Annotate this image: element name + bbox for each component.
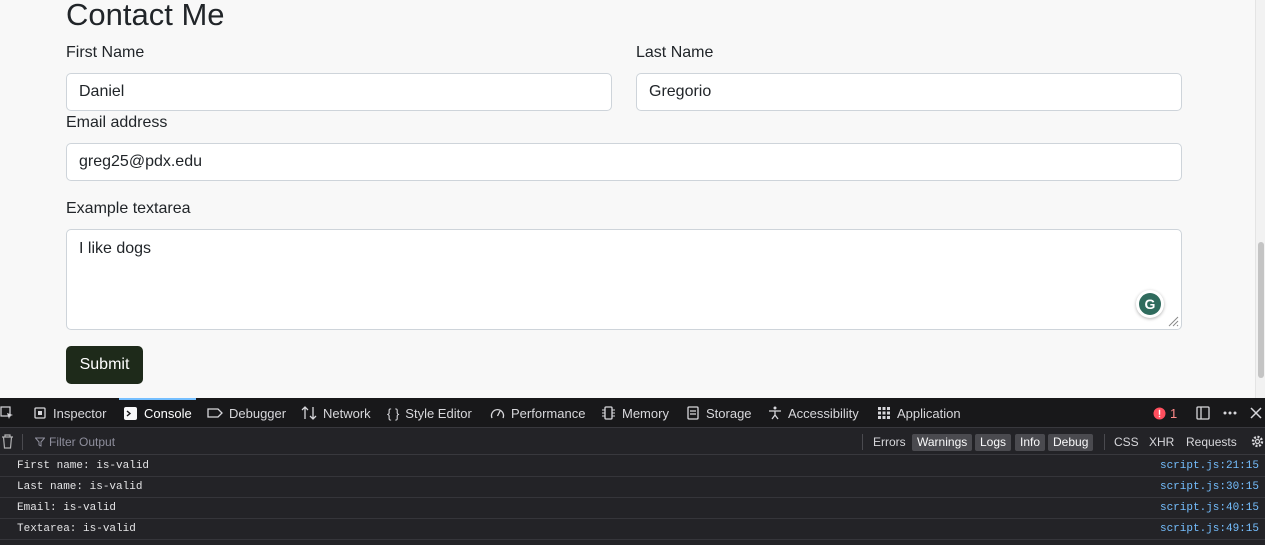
- tab-style-editor[interactable]: { } Style Editor: [387, 398, 472, 428]
- console-message: Textarea: is-valid script.js:49:15: [0, 519, 1265, 540]
- tab-network[interactable]: Network: [301, 398, 371, 428]
- filter-debug[interactable]: Debug: [1048, 434, 1094, 451]
- performance-icon: [490, 408, 505, 419]
- console-message-text: Email: is-valid: [17, 502, 117, 514]
- console-message-text: Last name: is-valid: [17, 481, 143, 493]
- tab-memory[interactable]: Memory: [601, 398, 669, 428]
- console-message-source-link[interactable]: script.js:21:15: [1160, 456, 1259, 476]
- memory-icon: [602, 406, 615, 420]
- tab-label: Network: [323, 405, 371, 421]
- tab-label: Performance: [511, 405, 586, 421]
- tab-label: Accessibility: [788, 405, 859, 421]
- last-name-field[interactable]: Gregorio: [636, 73, 1182, 111]
- error-counter[interactable]: 1: [1153, 398, 1177, 428]
- example-textarea[interactable]: I like dogs: [66, 229, 1182, 330]
- storage-icon: [687, 406, 699, 420]
- page-title: Contact Me: [66, 0, 225, 32]
- console-message-source-link[interactable]: script.js:49:15: [1160, 519, 1259, 539]
- console-message: Email: is-valid script.js:40:15: [0, 498, 1265, 519]
- filter-warnings[interactable]: Warnings: [912, 434, 973, 451]
- page-content: Contact Me First Name Daniel Last Name G…: [0, 0, 1265, 398]
- dock-side-icon[interactable]: [1195, 405, 1211, 421]
- filter-css[interactable]: CSS: [1109, 434, 1144, 451]
- console-message-source-link[interactable]: script.js:30:15: [1160, 477, 1259, 497]
- grammarly-letter: G: [1139, 293, 1161, 315]
- page-scrollbar[interactable]: [1255, 0, 1265, 398]
- more-options-icon[interactable]: [1222, 405, 1238, 421]
- resize-handle-icon[interactable]: [1167, 315, 1179, 327]
- filter-info[interactable]: Info: [1015, 434, 1046, 451]
- element-picker-icon[interactable]: [0, 406, 14, 420]
- first-name-label: First Name: [66, 44, 145, 61]
- console-icon: [124, 406, 137, 420]
- last-name-label: Last Name: [636, 44, 714, 61]
- devtools-toolbar: Inspector Console Debugger Network { } S…: [0, 398, 1265, 428]
- console-message: First name: is-valid script.js:21:15: [0, 456, 1265, 477]
- filter-errors[interactable]: Errors: [868, 434, 911, 451]
- trash-icon[interactable]: [1, 434, 14, 449]
- tab-label: Console: [144, 405, 192, 421]
- tab-application[interactable]: Application: [877, 398, 961, 428]
- textarea-label: Example textarea: [66, 200, 191, 217]
- filter-xhr[interactable]: XHR: [1144, 434, 1179, 451]
- application-icon: [878, 407, 890, 419]
- separator: [22, 434, 23, 450]
- tab-inspector[interactable]: Inspector: [33, 398, 106, 428]
- network-icon: [301, 406, 317, 420]
- tab-accessibility[interactable]: Accessibility: [768, 398, 859, 428]
- tab-debugger[interactable]: Debugger: [207, 398, 286, 428]
- filter-placeholder: Filter Output: [49, 435, 116, 449]
- first-name-field[interactable]: Daniel: [66, 73, 612, 111]
- filter-requests[interactable]: Requests: [1181, 434, 1242, 451]
- submit-button[interactable]: Submit: [66, 346, 143, 384]
- filter-icon: [35, 437, 45, 447]
- debugger-icon: [207, 408, 223, 418]
- console-message-text: First name: is-valid: [17, 460, 150, 472]
- tab-performance[interactable]: Performance: [490, 398, 585, 428]
- error-count: 1: [1170, 405, 1178, 421]
- grammarly-icon[interactable]: G: [1136, 290, 1164, 318]
- separator: [862, 434, 863, 450]
- scrollbar-thumb[interactable]: [1258, 242, 1264, 378]
- console-message-source-link[interactable]: script.js:40:15: [1160, 498, 1259, 518]
- console-message: Last name: is-valid script.js:30:15: [0, 477, 1265, 498]
- console-filter-bar: Filter Output Errors Warnings Logs Info …: [0, 429, 1265, 455]
- tab-label: Inspector: [53, 405, 107, 421]
- inspector-icon: [34, 407, 46, 419]
- devtools-panel: Inspector Console Debugger Network { } S…: [0, 398, 1265, 545]
- active-tab-indicator: [119, 398, 196, 400]
- tab-label: Application: [897, 405, 961, 421]
- tab-label: Storage: [706, 405, 752, 421]
- console-settings-gear-icon[interactable]: [1250, 434, 1265, 449]
- tab-label: Debugger: [229, 405, 287, 421]
- filter-output-input[interactable]: Filter Output: [35, 429, 115, 455]
- style-editor-icon: { }: [387, 405, 400, 421]
- tab-storage[interactable]: Storage: [686, 398, 752, 428]
- close-icon[interactable]: [1249, 406, 1263, 420]
- console-message-text: Textarea: is-valid: [17, 523, 136, 535]
- tab-console[interactable]: Console: [119, 398, 196, 428]
- separator: [1104, 434, 1105, 450]
- email-label: Email address: [66, 114, 168, 131]
- tab-label: Memory: [622, 405, 669, 421]
- error-icon: [1153, 407, 1166, 419]
- email-field[interactable]: greg25@pdx.edu: [66, 143, 1182, 181]
- filter-logs[interactable]: Logs: [975, 434, 1012, 451]
- tab-label: Style Editor: [405, 405, 472, 421]
- accessibility-icon: [769, 406, 781, 420]
